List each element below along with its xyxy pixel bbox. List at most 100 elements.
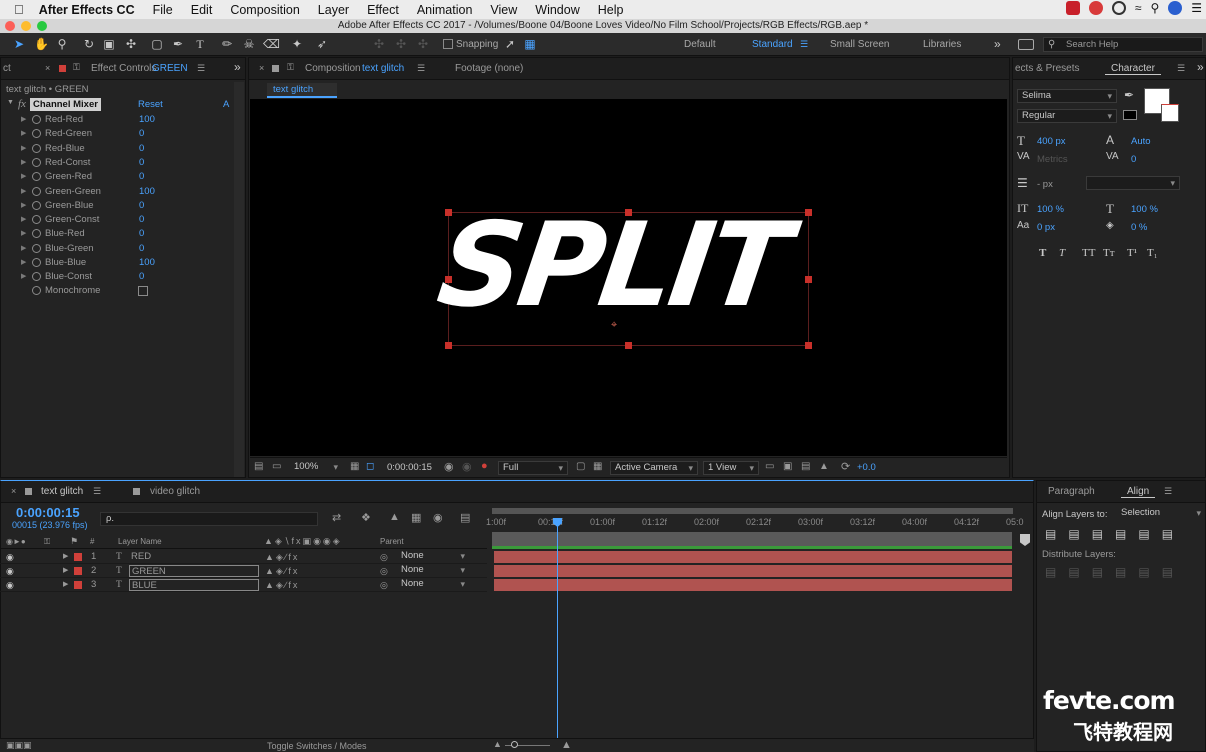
stopwatch-icon[interactable] — [32, 172, 41, 182]
siri-icon[interactable] — [1168, 1, 1183, 15]
param-expand-icon[interactable]: ▶ — [21, 113, 26, 127]
layer-duration-bar[interactable] — [494, 579, 1012, 591]
param-expand-icon[interactable]: ▶ — [21, 270, 26, 284]
param-value[interactable]: 0 — [139, 142, 144, 156]
align-bottom-icon[interactable]: ▤ — [1162, 527, 1185, 541]
stopwatch-icon[interactable] — [32, 157, 41, 167]
effect-reset-button[interactable]: Reset — [138, 99, 163, 110]
camera-tool-icon[interactable]: ▣ — [102, 37, 116, 51]
small-caps-button[interactable]: Tт — [1103, 247, 1115, 259]
snap-edges-icon[interactable]: ➚ — [503, 37, 517, 51]
param-expand-icon[interactable]: ▶ — [21, 242, 26, 256]
comp-mini-flowchart-icon[interactable]: ⇄ — [332, 511, 341, 524]
selection-tool-icon[interactable]: ➤ — [12, 37, 26, 51]
layer-label-swatch[interactable] — [74, 553, 82, 561]
zoom-tool-icon[interactable]: ⚲ — [55, 37, 69, 51]
tracking-value[interactable]: 0 — [1131, 154, 1136, 165]
expand-layer-switches-icon[interactable]: ▣▣▣ — [6, 740, 32, 751]
param-value[interactable]: 0 — [139, 156, 144, 170]
tab-video-glitch[interactable]: video glitch — [144, 486, 206, 497]
layer-row[interactable]: ◉ ▶ 2 T GREEN ▲◈∕fx ◎ None — [0, 564, 487, 578]
distribute-top-icon[interactable]: ▤ — [1045, 565, 1068, 579]
lock-icon[interactable]: ⚿ — [73, 62, 80, 73]
bbox-handle-tr[interactable] — [805, 209, 812, 216]
distribute-right-icon[interactable]: ▤ — [1162, 565, 1185, 579]
layer-name[interactable]: RED — [129, 551, 259, 563]
stopwatch-icon[interactable] — [32, 186, 41, 196]
fast-preview-icon[interactable]: ▣ — [783, 461, 792, 472]
comp-panel-menu-icon[interactable]: ☰ — [417, 63, 425, 74]
parent-dropdown[interactable]: None — [397, 564, 469, 577]
timeline-timecode[interactable]: 0:00:00:15 — [16, 505, 80, 520]
monochrome-checkbox[interactable] — [138, 286, 148, 296]
apple-icon[interactable]:  — [0, 2, 33, 17]
workspace-small-screen[interactable]: Small Screen — [830, 39, 889, 50]
anchor-point-icon[interactable]: ⌖ — [611, 319, 617, 332]
search-icon[interactable]: ⚲ — [1150, 1, 1159, 15]
layer-row[interactable]: ◉ ▶ 3 T BLUE ▲◈∕fx ◎ None — [0, 578, 487, 592]
layer-expand-icon[interactable]: ▶ — [63, 578, 68, 592]
horizontal-scale-value[interactable]: 100 % — [1131, 204, 1158, 215]
stopwatch-icon[interactable] — [32, 272, 41, 282]
parent-pickwhip-icon[interactable]: ◎ — [380, 550, 388, 564]
workspace-libraries[interactable]: Libraries — [923, 39, 961, 50]
effect-expand-icon[interactable]: ▼ — [7, 99, 14, 106]
zoom-dropdown[interactable]: 100% — [290, 461, 342, 475]
tab-composition[interactable]: Composition — [299, 63, 367, 74]
tsume-value[interactable]: 0 % — [1131, 222, 1147, 233]
layer-expand-icon[interactable]: ▶ — [63, 564, 68, 578]
toggle-pixel-aspect-icon[interactable]: ▭ — [765, 461, 774, 472]
menu-composition[interactable]: Composition — [221, 3, 308, 17]
tab-project-truncated[interactable]: ct — [1, 63, 17, 74]
all-caps-button[interactable]: TT — [1082, 247, 1095, 259]
views-dropdown[interactable]: 1 View — [703, 461, 759, 475]
tab-align[interactable]: Align — [1121, 486, 1156, 498]
baseline-shift-value[interactable]: 0 px — [1037, 222, 1055, 233]
snapshot-icon[interactable]: ◉ — [444, 460, 454, 473]
flowchart-icon[interactable]: ▲ — [819, 461, 829, 472]
zoom-slider-thumb[interactable] — [511, 741, 518, 748]
param-value[interactable]: 0 — [139, 227, 144, 241]
draft-3d-icon[interactable]: ❖ — [361, 511, 371, 524]
bbox-handle-bl[interactable] — [445, 342, 452, 349]
resolution-dropdown[interactable]: Full — [498, 461, 568, 475]
layer-label-swatch[interactable] — [74, 567, 82, 575]
menu-window[interactable]: Window — [526, 3, 588, 17]
app-status-icon[interactable] — [1088, 1, 1103, 15]
composition-name[interactable]: text glitch — [362, 63, 404, 74]
expand-panels-icon[interactable]: » — [234, 60, 241, 74]
current-time-display[interactable]: 0:00:00:15 — [387, 462, 432, 473]
param-expand-icon[interactable]: ▶ — [21, 156, 26, 170]
menu-help[interactable]: Help — [589, 3, 633, 17]
rotate-tool-icon[interactable]: ↻ — [82, 37, 96, 51]
menu-edit[interactable]: Edit — [182, 3, 222, 17]
faux-italic-button[interactable]: T — [1059, 247, 1065, 259]
param-value[interactable]: 100 — [139, 256, 155, 270]
parent-pickwhip-icon[interactable]: ◎ — [380, 578, 388, 592]
tab-character[interactable]: Character — [1105, 63, 1161, 75]
list-icon[interactable]: ☰ — [1191, 1, 1202, 15]
fx-toggle-icon[interactable]: fx — [18, 98, 26, 110]
minimize-window-button[interactable] — [21, 21, 31, 31]
font-style-dropdown[interactable]: Regular — [1017, 109, 1117, 123]
distribute-bottom-icon[interactable]: ▤ — [1092, 565, 1115, 579]
graph-editor-icon[interactable]: ▤ — [460, 511, 470, 524]
recording-icon[interactable] — [1065, 1, 1080, 15]
stopwatch-icon[interactable] — [32, 200, 41, 210]
current-time-indicator[interactable] — [557, 520, 558, 752]
layer-duration-bar[interactable] — [494, 551, 1012, 563]
param-expand-icon[interactable]: ▶ — [21, 256, 26, 270]
exposure-value[interactable]: +0.0 — [857, 462, 876, 473]
stopwatch-icon[interactable] — [32, 286, 41, 295]
align-right-icon[interactable]: ▤ — [1092, 527, 1115, 541]
vertical-scale-value[interactable]: 100 % — [1037, 204, 1064, 215]
sync-settings-icon[interactable] — [1018, 39, 1034, 50]
close-timeline-tab-icon[interactable]: × — [11, 486, 16, 496]
time-ruler-bar[interactable] — [492, 532, 1012, 546]
param-expand-icon[interactable]: ▶ — [21, 199, 26, 213]
param-value[interactable]: 0 — [139, 127, 144, 141]
subscript-button[interactable]: T₁ — [1147, 247, 1158, 259]
eye-icon[interactable] — [1111, 1, 1126, 15]
monitor-icon[interactable]: ▭ — [272, 461, 281, 472]
param-expand-icon[interactable]: ▶ — [21, 213, 26, 227]
